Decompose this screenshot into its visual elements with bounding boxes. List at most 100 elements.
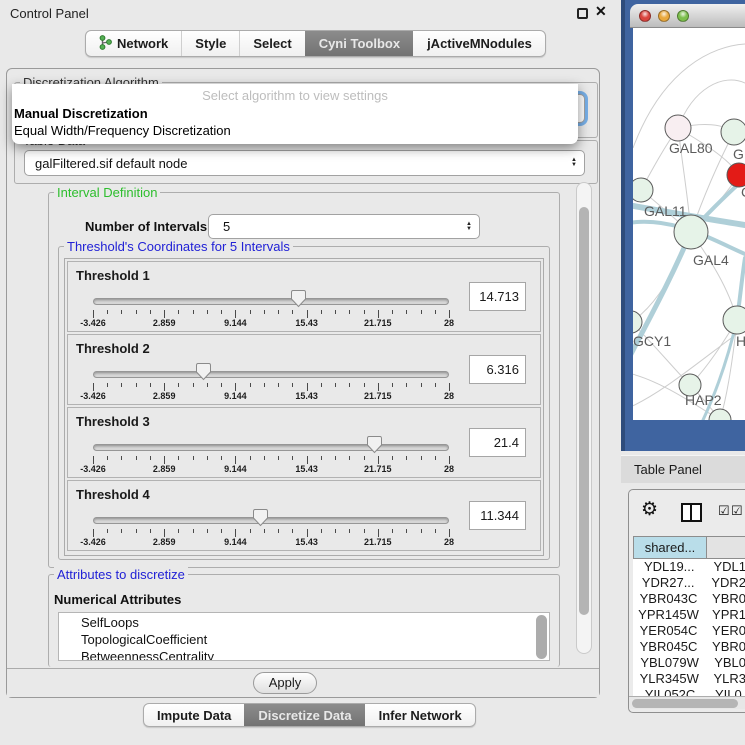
numerical-attributes-list[interactable]: SelfLoopsTopologicalCoefficientBetweenne…	[58, 612, 550, 661]
dropdown-option-equal-width-frequency[interactable]: Equal Width/Frequency Discretization	[12, 122, 578, 139]
ruler-tick	[164, 383, 165, 391]
column-header-shared[interactable]: shared...	[633, 536, 707, 559]
table-row[interactable]: YER054CYER0	[633, 623, 745, 639]
apply-button[interactable]: Apply	[253, 672, 317, 694]
threshold-value-field[interactable]: 14.713	[469, 282, 526, 311]
dropdown-option-manual-discretization[interactable]: Manual Discretization	[12, 105, 578, 122]
tab-jactivemnodules[interactable]: jActiveMNodules	[413, 31, 545, 56]
table-row[interactable]: YLR345WYLR3	[633, 671, 745, 687]
cell-shared-name[interactable]: YER054C	[633, 623, 704, 639]
minimize-traffic-light-icon[interactable]	[658, 10, 670, 22]
combo-stepper-icon: ▲▼	[466, 222, 472, 232]
threshold-value-field[interactable]: 11.344	[469, 501, 526, 530]
tab-select[interactable]: Select	[239, 31, 304, 56]
table-row[interactable]: YDL19...YDL1	[633, 559, 745, 575]
ruler-tick	[435, 383, 436, 387]
cell-name[interactable]: YDR2	[703, 575, 745, 591]
list-item[interactable]: TopologicalCoefficient	[59, 631, 549, 648]
tab-infer-network[interactable]: Infer Network	[365, 704, 475, 726]
gear-icon[interactable]: ⚙	[641, 498, 658, 521]
slider-thumb[interactable]	[290, 289, 307, 308]
table-row[interactable]: YIL052CYIL0	[633, 687, 745, 696]
tab-impute-data[interactable]: Impute Data	[144, 704, 244, 726]
ruler-tick	[235, 383, 236, 391]
network-window-titlebar[interactable]	[630, 4, 745, 28]
close-icon[interactable]: ✕	[595, 3, 607, 20]
ruler-tick-label: 2.859	[153, 464, 176, 474]
slider-thumb[interactable]	[195, 362, 212, 381]
list-scrollbar-thumb[interactable]	[536, 615, 547, 659]
slider-track[interactable]	[93, 517, 449, 524]
cell-name[interactable]: YBR0	[704, 639, 745, 655]
tab-network[interactable]: Network	[86, 31, 181, 56]
cell-name[interactable]: YLR3	[705, 671, 745, 687]
cell-shared-name[interactable]: YDL19...	[633, 559, 705, 575]
node-gal80[interactable]	[665, 115, 691, 141]
checkbox-icon[interactable]: ☑	[718, 503, 730, 519]
cell-shared-name[interactable]: YPR145W	[633, 607, 704, 623]
cell-shared-name[interactable]: YLR345W	[633, 671, 705, 687]
zoom-traffic-light-icon[interactable]	[677, 10, 689, 22]
table-row[interactable]: YBR043CYBR0	[633, 591, 745, 607]
threshold-value-field[interactable]: 6.316	[469, 355, 526, 384]
cell-name[interactable]: YPR1	[704, 607, 745, 623]
table-row[interactable]: YBL079WYBL0	[633, 655, 745, 671]
cell-name[interactable]: YER0	[704, 623, 745, 639]
ruler-tick	[307, 456, 308, 464]
checkbox-icon[interactable]: ☑	[731, 503, 743, 519]
table-hscrollbar[interactable]	[629, 696, 745, 709]
cell-shared-name[interactable]: YBR043C	[633, 591, 704, 607]
ruler-tick	[421, 383, 422, 387]
cell-name[interactable]: YDL1	[705, 559, 745, 575]
network-canvas[interactable]: GAL80 G C GAL11 GAL4 GCY1 H HAP2	[633, 28, 745, 420]
slider-ruler	[93, 529, 449, 538]
ruler-tick	[136, 383, 137, 387]
list-item[interactable]: BetweennessCentrality	[59, 648, 549, 661]
cell-name[interactable]: YBL0	[706, 655, 745, 671]
threshold-value-field[interactable]: 21.4	[469, 428, 526, 457]
node-gal4[interactable]	[674, 215, 708, 249]
panel-scrollbar-thumb[interactable]	[579, 207, 589, 615]
cell-name[interactable]: YBR0	[704, 591, 745, 607]
slider-track[interactable]	[93, 371, 449, 378]
slider-track[interactable]	[93, 298, 449, 305]
cell-shared-name[interactable]: YDR27...	[633, 575, 703, 591]
column-header-name[interactable]: n	[707, 536, 745, 559]
table-rows[interactable]: YDL19...YDL1YDR27...YDR2YBR043CYBR0YPR14…	[633, 559, 745, 696]
ruler-tick	[364, 310, 365, 314]
ruler-tick-label: 15.43	[295, 391, 318, 401]
ruler-tick	[264, 529, 265, 533]
number-of-intervals-combobox[interactable]: 5 ▲▼	[208, 214, 480, 239]
table-row[interactable]: YDR27...YDR2	[633, 575, 745, 591]
cell-shared-name[interactable]: YIL052C	[633, 687, 707, 696]
tab-label: Select	[253, 36, 291, 51]
panel-scrollbar[interactable]	[576, 182, 592, 654]
node-g[interactable]	[721, 119, 745, 145]
ruler-tick	[406, 310, 407, 314]
list-item[interactable]: SelfLoops	[59, 614, 549, 631]
ruler-tick	[392, 456, 393, 460]
cell-name[interactable]: YIL0	[707, 687, 742, 696]
slider-thumb[interactable]	[252, 508, 269, 527]
slider-track[interactable]	[93, 444, 449, 451]
slider-thumb[interactable]	[366, 435, 383, 454]
table-data-combobox[interactable]: galFiltered.sif default node ▲▼	[24, 150, 585, 176]
ruler-tick	[335, 383, 336, 387]
float-window-icon[interactable]	[577, 8, 588, 19]
tab-style[interactable]: Style	[181, 31, 239, 56]
tab-cyni-toolbox[interactable]: Cyni Toolbox	[305, 31, 413, 56]
table-row[interactable]: YPR145WYPR1	[633, 607, 745, 623]
tab-discretize-data[interactable]: Discretize Data	[244, 704, 364, 726]
split-table-icon[interactable]	[681, 503, 702, 522]
cell-shared-name[interactable]: YBR045C	[633, 639, 704, 655]
ruler-tick	[178, 456, 179, 460]
ruler-tick	[307, 383, 308, 391]
node-gal11[interactable]	[633, 178, 653, 202]
table-row[interactable]: YBR045CYBR0	[633, 639, 745, 655]
ruler-tick-label: 2.859	[153, 318, 176, 328]
close-traffic-light-icon[interactable]	[639, 10, 651, 22]
table-hscrollbar-thumb[interactable]	[632, 699, 738, 708]
cell-shared-name[interactable]: YBL079W	[633, 655, 706, 671]
network-graph	[633, 28, 745, 420]
node-h[interactable]	[723, 306, 745, 334]
